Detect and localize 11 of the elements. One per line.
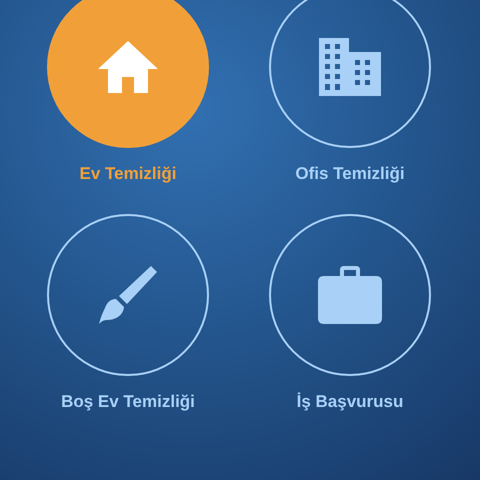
service-label: Ofis Temizliği (295, 163, 405, 185)
building-icon (319, 38, 381, 96)
service-label: Boş Ev Temizliği (61, 390, 195, 413)
service-button[interactable] (269, 0, 431, 148)
paintbrush-icon (97, 264, 159, 326)
service-label: Ev Temizliği (80, 163, 176, 185)
briefcase-icon (318, 266, 382, 324)
house-icon (96, 39, 160, 95)
service-button[interactable] (269, 214, 431, 376)
service-label: İş Başvurusu (296, 390, 404, 412)
service-button[interactable] (47, 214, 209, 376)
